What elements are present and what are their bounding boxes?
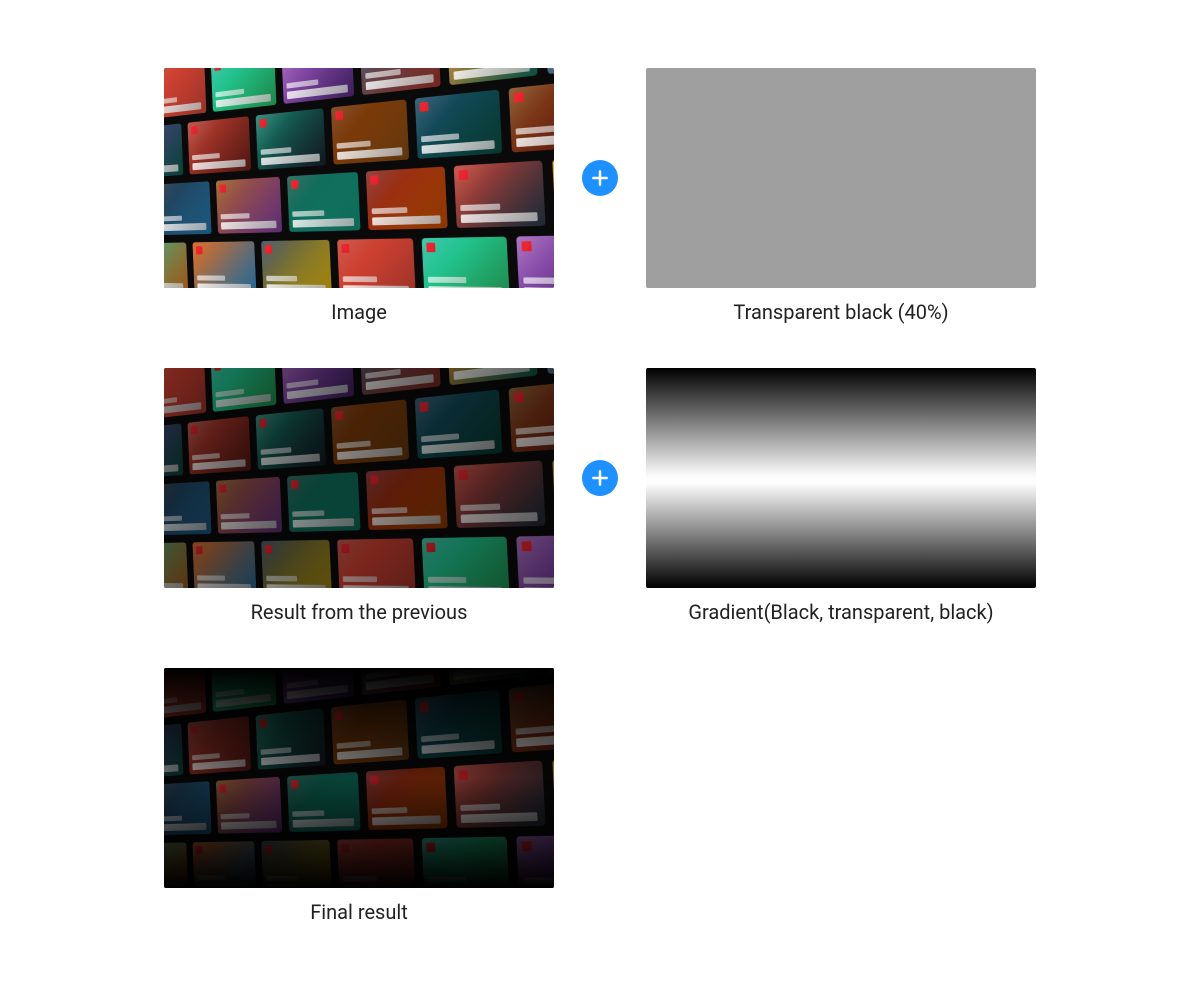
thumbnail-poster	[164, 181, 212, 235]
thumbnail-poster	[415, 90, 502, 159]
thumbnail-poster	[366, 167, 448, 231]
thumbnail-poster	[552, 154, 554, 226]
thumbnail-poster	[337, 238, 416, 288]
thumbnail-poster	[256, 108, 326, 170]
thumbnail-poster	[192, 241, 256, 288]
swatch-gradient	[646, 368, 1036, 588]
thumbnail-poster	[544, 68, 554, 74]
thumbnail-poster	[216, 177, 282, 234]
panel-overlay-black40	[646, 68, 1036, 288]
overlay-black40	[164, 368, 554, 588]
caption-result-previous: Result from the previous	[164, 600, 554, 624]
thumbnail-row	[164, 234, 554, 288]
thumbnail-poster	[164, 242, 188, 288]
caption-overlay2: Gradient(Black, transparent, black)	[646, 600, 1036, 624]
panel-result-previous	[164, 368, 554, 588]
panel-final-result	[164, 668, 554, 888]
thumbnail-poster	[331, 99, 409, 164]
thumbnail-poster	[281, 68, 354, 104]
caption-final: Final result	[164, 900, 554, 924]
thumbnail-poster	[211, 68, 277, 112]
panel-overlay-gradient	[646, 368, 1036, 588]
thumbnail-poster	[287, 172, 360, 232]
thumbnail-poster	[422, 237, 510, 288]
plus-icon	[582, 460, 618, 496]
thumbnail-poster	[261, 240, 332, 288]
thumbnail-wall	[164, 68, 554, 288]
overlay-gradient	[164, 668, 554, 888]
thumbnail-poster	[187, 116, 251, 174]
swatch-black40	[646, 68, 1036, 288]
thumbnail-poster	[454, 160, 546, 228]
plus-icon	[582, 160, 618, 196]
diagram-canvas: Image Transparent black (40%) Result fro…	[0, 0, 1200, 983]
thumbnail-poster	[164, 68, 206, 119]
thumbnail-poster	[359, 68, 440, 95]
thumbnail-wall-inner	[164, 68, 554, 288]
thumbnail-poster	[164, 123, 183, 178]
thumbnail-poster	[447, 68, 538, 85]
caption-image: Image	[164, 300, 554, 324]
thumbnail-poster	[509, 78, 554, 152]
caption-overlay1: Transparent black (40%)	[646, 300, 1036, 324]
thumbnail-poster	[516, 235, 554, 288]
panel-image	[164, 68, 554, 288]
